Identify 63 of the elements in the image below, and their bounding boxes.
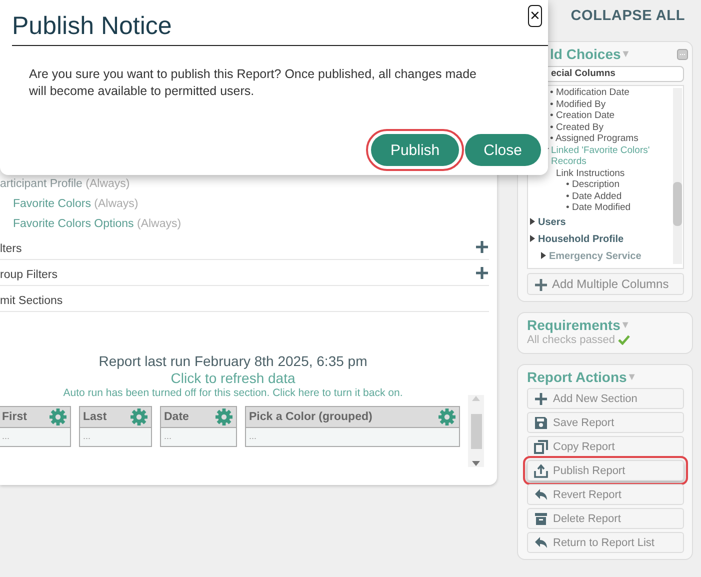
- tree-item[interactable]: • Date Added: [528, 190, 683, 202]
- gear-icon[interactable]: [438, 408, 456, 426]
- gear-icon[interactable]: [49, 408, 67, 426]
- table-cell-text: ...: [163, 430, 173, 443]
- add-icon[interactable]: [475, 266, 489, 280]
- close-button[interactable]: Close: [464, 134, 541, 166]
- archive-box-icon: [534, 512, 548, 526]
- section-label[interactable]: Favorite Colors (Always): [0, 194, 497, 214]
- filter-label: mit Sections: [0, 294, 63, 307]
- copy-icon: [534, 440, 548, 454]
- column-header: Last: [83, 411, 107, 423]
- panel-title: Requirements: [527, 317, 620, 333]
- filter-label: lters: [0, 242, 22, 255]
- table-cell-text: ...: [82, 430, 92, 443]
- tree-item[interactable]: • Date Modified: [528, 202, 683, 214]
- tree-item[interactable]: Users: [528, 214, 683, 230]
- return-report-button[interactable]: Return to Report List: [527, 532, 684, 553]
- table-cell-text: ...: [248, 430, 258, 443]
- tree-item[interactable]: Emergency Service: [528, 248, 683, 264]
- section-label[interactable]: Favorite Colors Options (Always): [0, 214, 497, 234]
- refresh-link[interactable]: Click to refresh data: [0, 370, 466, 387]
- save-report-button[interactable]: Save Report: [527, 412, 684, 433]
- add-report-button[interactable]: Add New Section: [527, 388, 684, 409]
- column-header: Pick a Color (grouped): [249, 411, 372, 423]
- column-header: First: [2, 411, 27, 423]
- table-cell-text: ...: [1, 430, 11, 443]
- revert-report-button[interactable]: Revert Report: [527, 484, 684, 505]
- filter-label: roup Filters: [0, 268, 58, 281]
- gear-icon[interactable]: [215, 408, 233, 426]
- scrollbar[interactable]: [468, 395, 484, 467]
- dialog-title: Publish Notice: [12, 11, 172, 41]
- plus-icon: [534, 278, 547, 290]
- expand-triangle-icon[interactable]: [540, 252, 547, 258]
- options-button-icon[interactable]: [677, 48, 688, 60]
- tree-item[interactable]: • Description: [528, 179, 683, 190]
- tree-item[interactable]: Household Profile: [528, 230, 683, 248]
- add-icon[interactable]: [475, 240, 489, 254]
- close-button[interactable]: ×: [528, 5, 542, 27]
- add-columns-button[interactable]: Add Multiple Columns: [527, 273, 684, 295]
- copy-report-button[interactable]: Copy Report: [527, 436, 684, 457]
- undo-arrow-icon: [534, 488, 548, 502]
- panel-title: Report Actions: [527, 369, 627, 385]
- expand-triangle-icon[interactable]: [529, 218, 536, 224]
- section-label: articipant Profile (Always): [0, 177, 131, 192]
- auto-run-link[interactable]: Auto run has been turned off for this section. Click here to turn it back on.: [0, 387, 466, 400]
- requirements-status: All checks passed: [527, 334, 616, 346]
- panel-title: ld Choices: [550, 46, 621, 62]
- column-header: Date: [164, 411, 189, 423]
- expand-triangle-icon[interactable]: [529, 234, 536, 242]
- caret-icon[interactable]: ▼: [620, 48, 631, 60]
- caret-icon[interactable]: ▼: [620, 320, 630, 330]
- scroll-up-arrow-icon[interactable]: [472, 395, 480, 401]
- plus-icon: [534, 392, 548, 406]
- publish-button[interactable]: Publish: [371, 134, 459, 166]
- scrollbar[interactable]: [673, 88, 682, 264]
- scroll-down-arrow-icon[interactable]: [472, 461, 480, 467]
- delete-report-button[interactable]: Delete Report: [527, 508, 684, 529]
- caret-icon[interactable]: ▼: [626, 372, 637, 382]
- upload-icon: [534, 464, 548, 478]
- undo-arrow-icon: [534, 536, 548, 550]
- dialog-message: Are you sure you want to publish this Report? Once published, all changes made will become available to permitted users.: [29, 66, 478, 100]
- last-run-text: Report last run February 8th 2025, 6:35 pm: [98, 353, 368, 370]
- gear-icon[interactable]: [130, 408, 148, 426]
